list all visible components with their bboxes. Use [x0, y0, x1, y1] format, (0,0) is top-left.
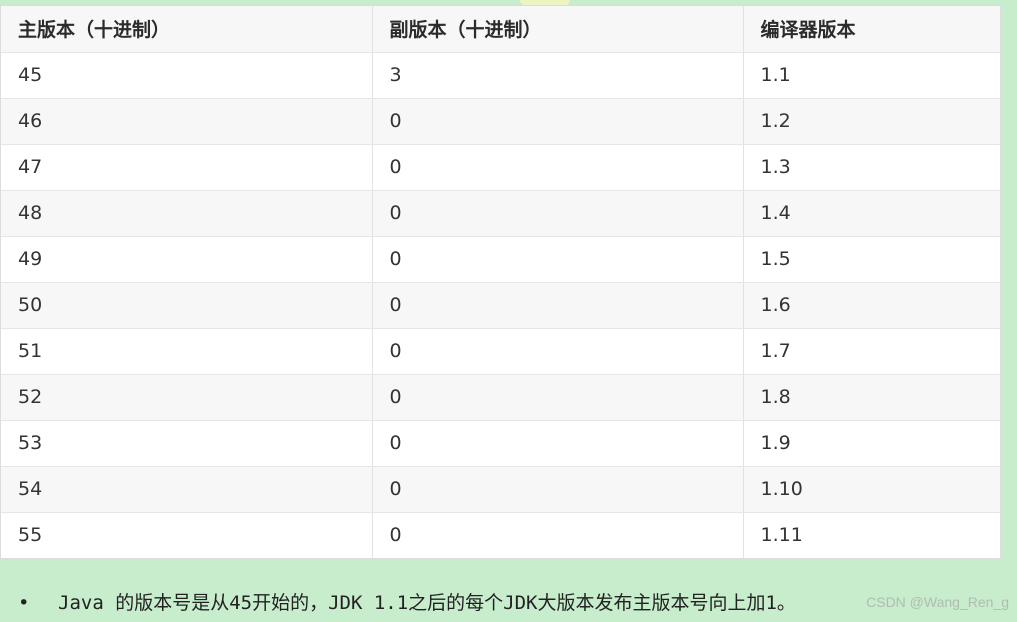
cell-compiler: 1.4: [743, 190, 1000, 237]
bullet-marker: •: [18, 592, 30, 614]
version-table: 主版本（十进制） 副版本（十进制） 编译器版本 45 3 1.1 46 0 1.…: [1, 6, 1000, 558]
table-row: 55 0 1.11: [1, 512, 1000, 558]
cell-compiler: 1.11: [743, 512, 1000, 558]
cell-minor: 0: [372, 512, 744, 558]
cell-compiler: 1.6: [743, 282, 1000, 329]
cell-minor: 0: [372, 144, 744, 191]
version-table-container: 主版本（十进制） 副版本（十进制） 编译器版本 45 3 1.1 46 0 1.…: [0, 5, 1001, 559]
cell-compiler: 1.8: [743, 374, 1000, 421]
cell-minor: 0: [372, 328, 744, 375]
cell-major: 54: [1, 466, 373, 513]
cell-major: 45: [1, 52, 373, 99]
cell-compiler: 1.5: [743, 236, 1000, 283]
table-row: 49 0 1.5: [1, 236, 1000, 283]
table-row: 48 0 1.4: [1, 190, 1000, 237]
table-row: 50 0 1.6: [1, 282, 1000, 329]
table-row: 45 3 1.1: [1, 52, 1000, 99]
cell-compiler: 1.7: [743, 328, 1000, 375]
note-text: Java 的版本号是从45开始的，JDK 1.1之后的每个JDK大版本发布主版本…: [58, 592, 796, 614]
cell-minor: 3: [372, 52, 744, 99]
cell-major: 55: [1, 512, 373, 558]
version-note: • Java 的版本号是从45开始的，JDK 1.1之后的每个JDK大版本发布主版…: [18, 588, 796, 615]
cell-compiler: 1.1: [743, 52, 1000, 99]
cell-compiler: 1.3: [743, 144, 1000, 191]
header-major-version: 主版本（十进制）: [1, 6, 373, 53]
cell-compiler: 1.10: [743, 466, 1000, 513]
table-row: 46 0 1.2: [1, 98, 1000, 145]
table-row: 52 0 1.8: [1, 374, 1000, 421]
cell-minor: 0: [372, 190, 744, 237]
header-minor-version: 副版本（十进制）: [372, 6, 744, 53]
cell-major: 46: [1, 98, 373, 145]
cell-major: 50: [1, 282, 373, 329]
cell-major: 49: [1, 236, 373, 283]
table-header-row: 主版本（十进制） 副版本（十进制） 编译器版本: [1, 6, 1000, 53]
header-compiler-version: 编译器版本: [743, 6, 1000, 53]
cell-minor: 0: [372, 420, 744, 467]
cell-minor: 0: [372, 466, 744, 513]
cell-minor: 0: [372, 98, 744, 145]
cell-minor: 0: [372, 374, 744, 421]
cell-major: 47: [1, 144, 373, 191]
cell-major: 53: [1, 420, 373, 467]
table-row: 54 0 1.10: [1, 466, 1000, 513]
table-row: 53 0 1.9: [1, 420, 1000, 467]
cell-minor: 0: [372, 236, 744, 283]
table-row: 51 0 1.7: [1, 328, 1000, 375]
table-row: 47 0 1.3: [1, 144, 1000, 191]
cell-major: 48: [1, 190, 373, 237]
cell-compiler: 1.2: [743, 98, 1000, 145]
cell-minor: 0: [372, 282, 744, 329]
cell-major: 52: [1, 374, 373, 421]
cell-compiler: 1.9: [743, 420, 1000, 467]
watermark: CSDN @Wang_Ren_g: [866, 594, 1009, 610]
cell-major: 51: [1, 328, 373, 375]
